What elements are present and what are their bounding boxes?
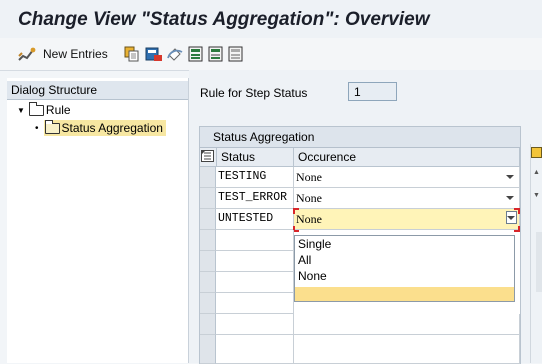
table-title-bar: Status Aggregation [200, 127, 520, 148]
folder-icon [28, 101, 44, 116]
table-cell-empty[interactable] [216, 230, 294, 251]
tree-bullet-icon: • [35, 122, 39, 134]
select-block-icon[interactable] [208, 46, 224, 62]
select-all-rows-icon[interactable] [200, 148, 217, 167]
row-selector[interactable] [200, 335, 216, 364]
occurence-value: None [296, 212, 322, 226]
dropdown-arrow-icon[interactable] [506, 196, 514, 200]
side-strip [536, 232, 542, 292]
page-title: Change View "Status Aggregation": Overvi… [18, 9, 430, 30]
rule-step-status-label: Rule for Step Status [200, 86, 308, 100]
dropdown-option-blank[interactable] [295, 287, 514, 301]
table-cell-status: UNTESTED [216, 209, 294, 230]
occurence-dropdown-list: Single All None [294, 235, 515, 302]
dropdown-option-none[interactable]: None [298, 269, 327, 283]
dropdown-arrow-icon [507, 216, 515, 220]
dialog-structure-pane: Dialog Structure ▼ Rule • Status Aggrega… [7, 78, 189, 363]
table-cell-status: TESTING [216, 167, 294, 188]
occurence-select[interactable]: None [294, 167, 520, 188]
table-cell-empty[interactable] [216, 314, 294, 335]
row-selector[interactable] [200, 230, 216, 251]
occurence-value: None [296, 191, 322, 205]
deselect-all-icon[interactable] [228, 46, 244, 62]
table-cell-empty[interactable] [216, 335, 294, 364]
tree-item-status-aggregation-label: Status Aggregation [61, 121, 163, 135]
focus-corner [514, 208, 520, 214]
table-cell-empty[interactable] [294, 335, 520, 364]
tree-item-status-aggregation[interactable]: • Status Aggregation [35, 119, 166, 136]
rule-step-status-field[interactable]: 1 [348, 82, 397, 101]
focus-corner [514, 226, 520, 232]
column-header-status[interactable]: Status [217, 148, 294, 167]
table-cell-empty[interactable] [294, 314, 520, 335]
tree-item-rule-label: Rule [45, 103, 71, 117]
toolbar: New Entries [0, 38, 542, 71]
table-title: Status Aggregation [213, 130, 315, 144]
dropdown-option-all[interactable]: All [298, 253, 311, 267]
table-cell-empty[interactable] [216, 293, 294, 314]
column-header-occurence[interactable]: Occurence [294, 148, 520, 167]
row-selector[interactable] [200, 251, 216, 272]
occurence-select-active[interactable]: None [294, 209, 520, 230]
tree-item-rule[interactable]: ▼ Rule [17, 101, 71, 118]
occurence-select[interactable]: None [294, 188, 520, 209]
new-entries-button[interactable]: New Entries [43, 47, 108, 61]
row-selector[interactable] [200, 272, 216, 293]
table-cell-empty[interactable] [216, 272, 294, 293]
select-all-icon[interactable] [188, 46, 204, 62]
table-cell-empty[interactable] [216, 251, 294, 272]
scroll-down-icon[interactable]: ▼ [533, 192, 540, 199]
copy-as-icon[interactable] [124, 46, 140, 62]
scroll-up-icon[interactable]: ▲ [533, 169, 540, 176]
row-selector[interactable] [200, 167, 216, 188]
display-change-icon[interactable] [17, 46, 37, 62]
dropdown-arrow-icon[interactable] [506, 175, 514, 179]
row-selector[interactable] [200, 314, 216, 335]
dropdown-option-single[interactable]: Single [298, 237, 331, 251]
dialog-structure-title: Dialog Structure [11, 83, 98, 97]
row-selector[interactable] [200, 209, 216, 230]
title-bar: Change View "Status Aggregation": Overvi… [0, 0, 542, 38]
focus-corner [293, 208, 299, 214]
undo-change-icon[interactable] [166, 46, 184, 62]
dialog-structure-header: Dialog Structure [7, 81, 188, 100]
delete-icon[interactable] [145, 46, 163, 62]
open-folder-icon [44, 119, 60, 134]
expand-triangle-icon[interactable]: ▼ [17, 106, 25, 115]
column-config-icon[interactable] [531, 147, 542, 158]
row-selector[interactable] [200, 293, 216, 314]
occurence-value: None [296, 170, 322, 184]
table-cell-status: TEST_ERROR [216, 188, 294, 209]
tree-item-selected[interactable]: Status Aggregation [43, 119, 166, 136]
row-selector[interactable] [200, 188, 216, 209]
